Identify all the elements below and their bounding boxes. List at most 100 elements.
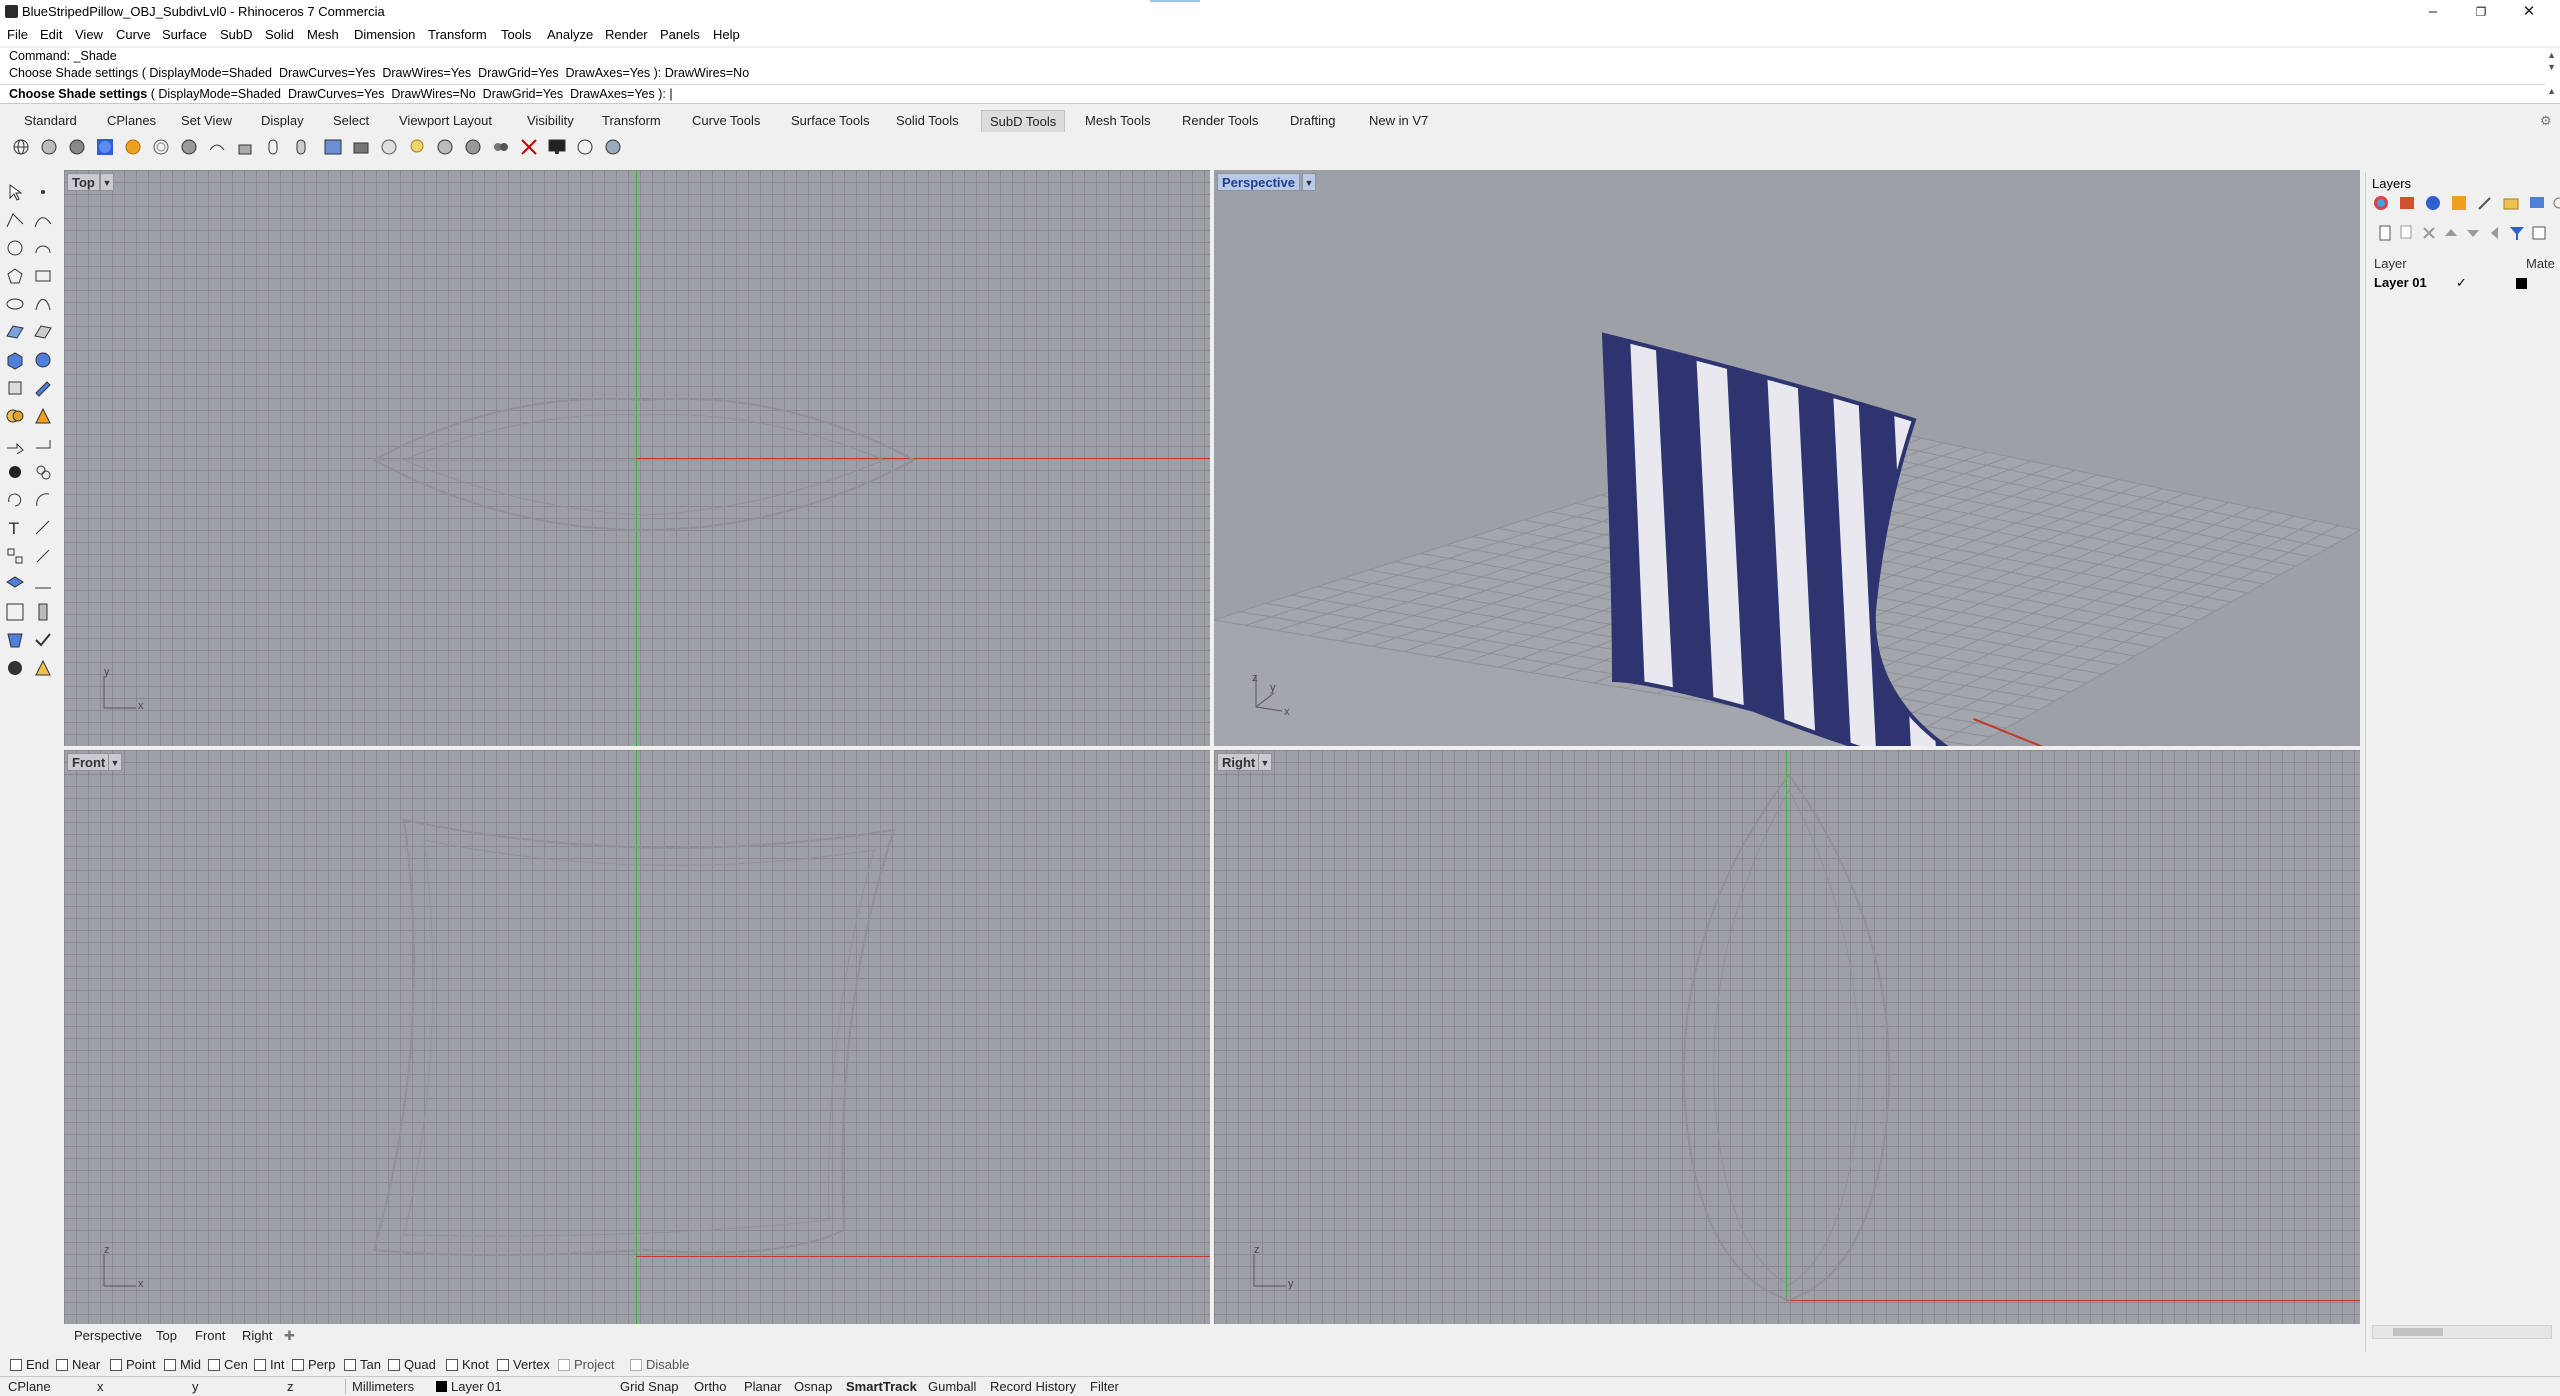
menu-subd[interactable]: SubD [220, 24, 253, 46]
ellipse-icon[interactable] [5, 294, 25, 314]
move-up-icon[interactable] [2442, 224, 2460, 242]
point-icon[interactable] [33, 182, 53, 202]
tab-render-tools[interactable]: Render Tools [1182, 110, 1258, 132]
scrollbar-thumb[interactable] [2393, 1328, 2443, 1336]
menu-surface[interactable]: Surface [162, 24, 207, 46]
scale-icon[interactable] [33, 490, 53, 510]
tab-standard[interactable]: Standard [24, 110, 77, 132]
move-parent-icon[interactable] [2486, 224, 2504, 242]
viewport-title-right[interactable]: Right [1217, 753, 1261, 771]
status-record-history[interactable]: Record History [990, 1377, 1076, 1396]
new-layer-icon[interactable] [2376, 224, 2394, 242]
cylinder-icon[interactable] [5, 378, 25, 398]
menu-view[interactable]: View [75, 24, 103, 46]
menu-mesh[interactable]: Mesh [307, 24, 339, 46]
extrude-icon[interactable] [33, 378, 53, 398]
copy-icon[interactable] [33, 434, 53, 454]
grey-sphere-icon[interactable] [436, 138, 454, 156]
viewport-tab-perspective[interactable]: Perspective [74, 1325, 142, 1347]
osnap-disable-checkbox[interactable] [630, 1359, 642, 1371]
viewport-right[interactable]: Right ▼ z y [1214, 750, 2360, 1324]
viewport-tab-front[interactable]: Front [195, 1325, 225, 1347]
layers-horizontal-scrollbar[interactable] [2372, 1325, 2552, 1339]
command-spinner-icon[interactable]: ▲ [2547, 86, 2556, 96]
rectangle-icon[interactable] [33, 266, 53, 286]
freeform-icon[interactable] [33, 294, 53, 314]
tab-display[interactable]: Display [261, 110, 304, 132]
environment-icon[interactable] [2450, 194, 2468, 212]
viewport-tab-right[interactable]: Right [242, 1325, 272, 1347]
shaded-sphere-icon[interactable] [40, 138, 58, 156]
scroll-down-icon[interactable]: ▼ [2547, 62, 2556, 72]
menu-dimension[interactable]: Dimension [354, 24, 415, 46]
explode-icon[interactable] [33, 546, 53, 566]
osnap-point-checkbox[interactable] [110, 1359, 122, 1371]
viewport-perspective[interactable]: Perspective ▼ z y x [1214, 170, 2360, 746]
menu-tools[interactable]: Tools [501, 24, 531, 46]
ghosted-sphere-icon[interactable] [96, 138, 114, 156]
viewport-tab-top[interactable]: Top [156, 1325, 177, 1347]
array-icon[interactable] [5, 602, 25, 622]
menu-render[interactable]: Render [605, 24, 648, 46]
new-sublayer-icon[interactable] [2398, 224, 2416, 242]
light-sphere-icon[interactable] [380, 138, 398, 156]
status-grid-snap[interactable]: Grid Snap [620, 1377, 679, 1396]
restore-icon[interactable]: ❐ [2458, 0, 2504, 24]
surface-icon[interactable] [5, 322, 25, 342]
layer-current-check-icon[interactable]: ✓ [2456, 272, 2467, 294]
capsule-shaded-icon[interactable] [292, 138, 310, 156]
panel-settings-icon[interactable] [2550, 194, 2560, 212]
menu-edit[interactable]: Edit [40, 24, 62, 46]
rotate-icon[interactable] [5, 490, 25, 510]
osnap-near-checkbox[interactable] [56, 1359, 68, 1371]
layer-color-swatch[interactable] [2516, 278, 2527, 289]
status-planar[interactable]: Planar [744, 1377, 782, 1396]
tab-select[interactable]: Select [333, 110, 369, 132]
command-prompt[interactable]: Choose Shade settings ( DisplayMode=Shad… [0, 84, 2545, 102]
menu-solid[interactable]: Solid [265, 24, 294, 46]
delete-layer-icon[interactable] [2420, 224, 2438, 242]
pen-icon[interactable] [2476, 194, 2494, 212]
menu-curve[interactable]: Curve [116, 24, 151, 46]
select-arrow-icon[interactable] [5, 182, 25, 202]
link-icon[interactable] [33, 462, 53, 482]
status-cplane[interactable]: CPlane [8, 1377, 51, 1396]
osnap-vertex-checkbox[interactable] [497, 1359, 509, 1371]
tab-surface-tools[interactable]: Surface Tools [791, 110, 870, 132]
layer-tools-icon[interactable] [2530, 224, 2548, 242]
delete-display-icon[interactable] [520, 138, 538, 156]
boolean-icon[interactable] [5, 406, 25, 426]
xray-sphere-icon[interactable] [152, 138, 170, 156]
status-osnap[interactable]: Osnap [794, 1377, 832, 1396]
render-tool-icon[interactable] [5, 658, 25, 678]
measure-icon[interactable] [33, 574, 53, 594]
viewport-menu-arrow-icon[interactable]: ▼ [100, 173, 114, 191]
circle-icon[interactable] [5, 238, 25, 258]
monitor-icon[interactable] [548, 138, 566, 156]
tab-set-view[interactable]: Set View [181, 110, 232, 132]
osnap-perp-checkbox[interactable] [292, 1359, 304, 1371]
osnap-int-checkbox[interactable] [254, 1359, 266, 1371]
materials-icon[interactable] [2424, 194, 2442, 212]
display-icon[interactable] [2528, 194, 2546, 212]
polyline-icon[interactable] [5, 210, 25, 230]
tab-settings-icon[interactable]: ⚙ [2540, 110, 2552, 132]
capsule-icon[interactable] [264, 138, 282, 156]
curve-icon[interactable] [33, 210, 53, 230]
osnap-mid-checkbox[interactable] [164, 1359, 176, 1371]
tab-cplanes[interactable]: CPlanes [107, 110, 156, 132]
add-viewport-icon[interactable]: ✚ [284, 1325, 295, 1347]
filter-icon[interactable] [2508, 224, 2526, 242]
move-down-icon[interactable] [2464, 224, 2482, 242]
tab-mesh-tools[interactable]: Mesh Tools [1085, 110, 1151, 132]
surface-edge-icon[interactable] [33, 322, 53, 342]
status-units[interactable]: Millimeters [352, 1377, 414, 1396]
light-tool-icon[interactable] [33, 658, 53, 678]
wireframe-sphere-icon[interactable] [12, 138, 30, 156]
osnap-end-checkbox[interactable] [10, 1359, 22, 1371]
menu-analyze[interactable]: Analyze [547, 24, 593, 46]
menu-transform[interactable]: Transform [428, 24, 487, 46]
menu-panels[interactable]: Panels [660, 24, 700, 46]
technical-view-icon[interactable] [180, 138, 198, 156]
transform-icon[interactable] [5, 630, 25, 650]
